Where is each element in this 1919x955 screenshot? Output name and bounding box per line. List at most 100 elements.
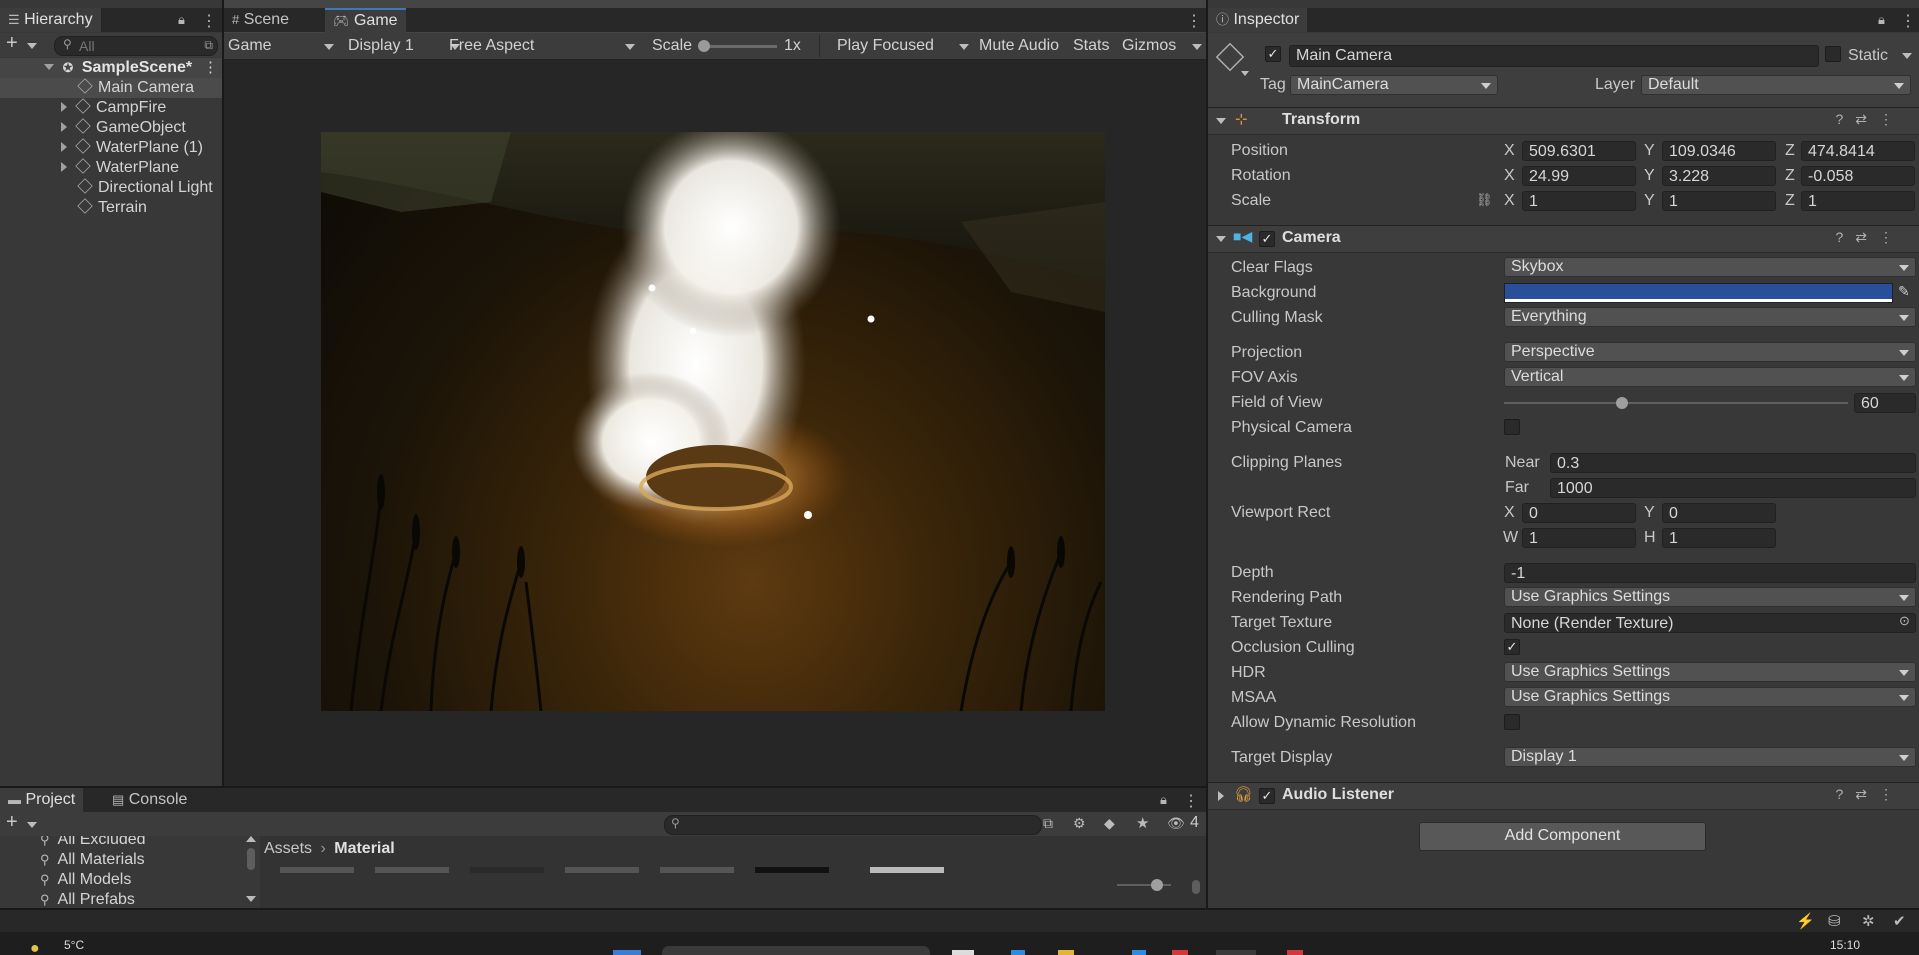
camera-enabled-checkbox[interactable]: ✓ — [1259, 231, 1275, 247]
taskbar-app-icon[interactable] — [1132, 950, 1146, 955]
constrain-proportions-icon[interactable]: ⛓︎ — [1476, 192, 1493, 208]
lock-icon[interactable]: 🔒︎ — [178, 12, 185, 28]
fov-axis-dropdown[interactable]: Vertical — [1504, 367, 1916, 387]
position-x-field[interactable]: 509.6301 — [1522, 141, 1636, 161]
add-icon[interactable]: + — [6, 32, 18, 55]
asset-thumbnail[interactable] — [280, 867, 354, 873]
play-mode-dropdown[interactable]: Play Focused — [837, 35, 969, 57]
breadcrumb-current[interactable]: Material — [334, 840, 394, 857]
scale-y-field[interactable]: 1 — [1662, 191, 1776, 211]
asset-thumbnail[interactable] — [870, 867, 944, 873]
expand-arrow-icon[interactable] — [61, 102, 67, 112]
hierarchy-item-gameobject[interactable]: GameObject — [0, 118, 186, 138]
fov-value-field[interactable]: 60 — [1854, 393, 1916, 413]
dynamic-resolution-checkbox[interactable] — [1504, 714, 1520, 730]
foldout-arrow-icon[interactable] — [1216, 118, 1226, 124]
expand-arrow-icon[interactable] — [61, 142, 67, 152]
tab-game[interactable]: 🎮︎ Game — [325, 8, 406, 34]
search-by-type-icon[interactable]: ⧉ — [1043, 815, 1053, 832]
expand-arrow-icon[interactable] — [44, 64, 54, 70]
taskbar-search-box[interactable] — [662, 946, 930, 955]
favorites-star-icon[interactable]: ★ — [1136, 814, 1149, 832]
fov-slider-thumb[interactable] — [1616, 397, 1628, 409]
expand-arrow-icon[interactable] — [61, 122, 67, 132]
camera-header[interactable]: ■◀ ✓ Camera ?⇄⋮ — [1208, 225, 1919, 253]
viewport-h-field[interactable]: 1 — [1662, 528, 1776, 548]
active-checkbox[interactable]: ✓ — [1265, 46, 1281, 62]
position-z-field[interactable]: 474.8414 — [1801, 141, 1915, 161]
performance-icon[interactable]: ⚡ — [1796, 912, 1815, 930]
eyedropper-icon[interactable]: ✎ — [1898, 283, 1910, 300]
more-menu-icon[interactable]: ⋮ — [1183, 791, 1199, 811]
layer-dropdown[interactable]: Default — [1641, 75, 1911, 95]
background-color-field[interactable] — [1504, 283, 1893, 303]
add-component-button[interactable]: Add Component — [1419, 822, 1706, 851]
viewport-x-field[interactable]: 0 — [1522, 503, 1636, 523]
thumbnail-size-slider-thumb[interactable] — [1151, 879, 1163, 891]
far-field[interactable]: 1000 — [1550, 478, 1916, 498]
project-tree-item[interactable]: ⚲ All Excluded — [0, 836, 146, 850]
static-dropdown-caret[interactable] — [1902, 53, 1912, 59]
rotation-y-field[interactable]: 3.228 — [1662, 166, 1776, 186]
tab-scene[interactable]: # Scene — [224, 8, 297, 32]
project-tree-item[interactable]: ⚲ All Materials — [0, 850, 145, 870]
hidden-packages-icon[interactable]: 👁︎ — [1167, 815, 1185, 832]
static-checkbox[interactable] — [1825, 46, 1841, 62]
tab-project[interactable]: ▬ Project — [0, 788, 84, 812]
taskbar-app-icon[interactable] — [1011, 950, 1025, 955]
msaa-dropdown[interactable]: Use Graphics Settings — [1504, 687, 1916, 707]
lock-icon[interactable]: 🔒︎ — [1160, 792, 1167, 808]
taskbar-app-icon[interactable] — [952, 950, 974, 955]
rotation-z-field[interactable]: -0.058 — [1801, 166, 1915, 186]
thumbnail-size-slider[interactable] — [1117, 879, 1171, 891]
display-dropdown[interactable]: Display 1 — [348, 35, 462, 57]
rotation-x-field[interactable]: 24.99 — [1522, 166, 1636, 186]
asset-thumbnail[interactable] — [755, 867, 829, 873]
component-header-icons[interactable]: ?⇄⋮ — [1835, 111, 1905, 128]
search-filter-icon[interactable]: ⧉ — [204, 38, 213, 53]
hierarchy-item-terrain[interactable]: Terrain — [0, 198, 147, 218]
audio-listener-checkbox[interactable]: ✓ — [1259, 788, 1275, 804]
more-menu-icon[interactable]: ⋮ — [1900, 11, 1916, 31]
filter-by-label-icon[interactable]: ◆ — [1104, 815, 1115, 832]
view-dropdown[interactable]: Game — [228, 35, 336, 57]
icon-dropdown-caret[interactable] — [1241, 71, 1249, 76]
taskbar-app-icon[interactable] — [1058, 950, 1074, 955]
taskbar-app-icon[interactable] — [1216, 950, 1256, 955]
filter-by-type-icon[interactable]: ⚙ — [1073, 815, 1086, 832]
taskbar-app-icon[interactable] — [1287, 950, 1303, 955]
more-menu-icon[interactable]: ⋮ — [1186, 11, 1202, 31]
tree-scrollbar[interactable] — [245, 836, 257, 908]
add-dropdown-caret[interactable] — [27, 43, 37, 49]
component-header-icons[interactable]: ?⇄⋮ — [1835, 786, 1905, 803]
scroll-down-arrow-icon[interactable] — [246, 896, 256, 902]
hierarchy-item-campfire[interactable]: CampFire — [0, 98, 166, 118]
depth-field[interactable]: -1 — [1504, 563, 1916, 583]
hierarchy-item-waterplane[interactable]: WaterPlane — [0, 158, 179, 178]
stats-button[interactable]: Stats — [1073, 35, 1109, 57]
progress-check-icon[interactable]: ✔ — [1893, 912, 1906, 930]
rendering-path-dropdown[interactable]: Use Graphics Settings — [1504, 587, 1916, 607]
scale-x-field[interactable]: 1 — [1522, 191, 1636, 211]
object-picker-icon[interactable]: ⊙ — [1899, 613, 1910, 629]
assets-scrollbar[interactable] — [1190, 868, 1202, 906]
tab-inspector[interactable]: ⓘ Inspector — [1208, 8, 1308, 32]
asset-thumbnail[interactable] — [660, 867, 734, 873]
game-render-view[interactable] — [321, 132, 1105, 711]
hdr-dropdown[interactable]: Use Graphics Settings — [1504, 662, 1916, 682]
asset-thumbnail[interactable] — [470, 867, 544, 873]
weather-icon[interactable]: ● — [30, 940, 40, 955]
culling-mask-dropdown[interactable]: Everything — [1504, 307, 1916, 327]
gizmos-dropdown[interactable]: Gizmos — [1122, 35, 1202, 57]
project-tree-item[interactable]: ⚲ All Prefabs — [0, 890, 135, 908]
add-icon[interactable]: + — [6, 811, 18, 834]
hierarchy-search-input[interactable]: ⚲ All ⧉ — [54, 36, 218, 56]
target-display-dropdown[interactable]: Display 1 — [1504, 747, 1916, 767]
projection-dropdown[interactable]: Perspective — [1504, 342, 1916, 362]
add-dropdown-caret[interactable] — [27, 822, 37, 828]
debug-icon[interactable]: ✲ — [1862, 912, 1875, 930]
scale-slider[interactable] — [698, 40, 777, 52]
transform-header[interactable]: ⊹ Transform ?⇄⋮ — [1208, 107, 1919, 135]
taskbar-app-icon[interactable] — [613, 950, 641, 955]
tag-dropdown[interactable]: MainCamera — [1290, 75, 1498, 95]
